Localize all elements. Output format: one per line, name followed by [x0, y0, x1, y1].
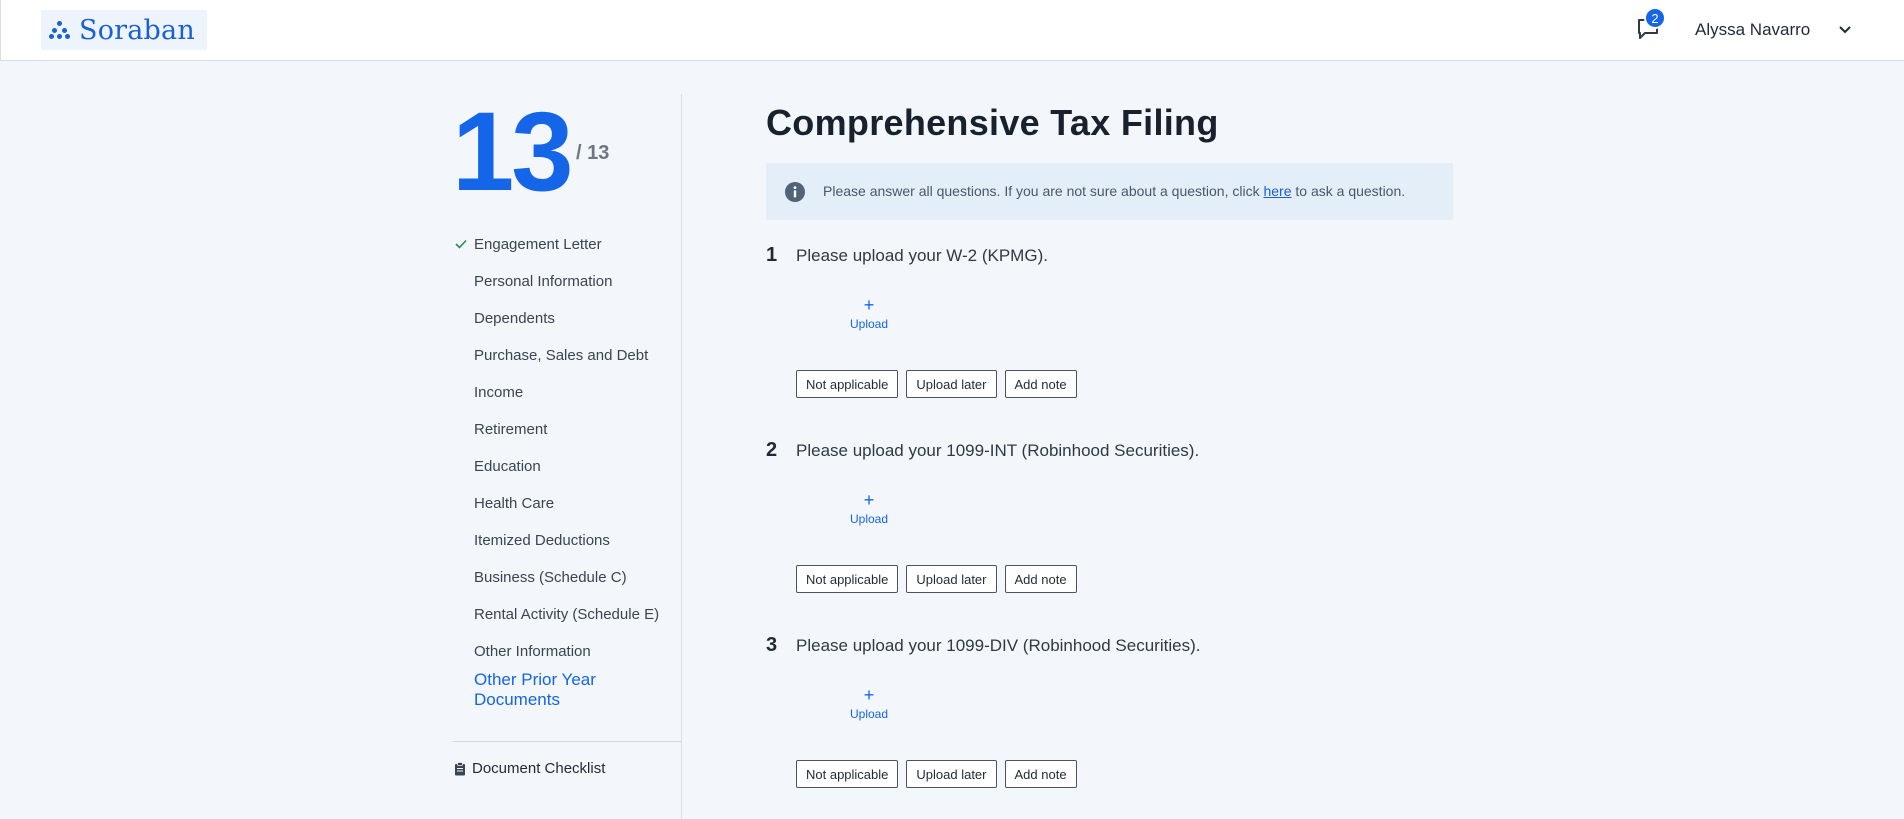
sidebar-item-label: Education [474, 458, 541, 475]
sidebar-item-health-care[interactable]: Health Care [454, 485, 680, 522]
question-2: 2 Please upload your 1099-INT (Robinhood… [766, 439, 1466, 629]
info-text-after: to ask a question. [1291, 183, 1406, 199]
user-name[interactable]: Alyssa Navarro [1695, 20, 1810, 40]
upload-label: Upload [849, 317, 889, 331]
sidebar-item-purchase-sales-debt[interactable]: Purchase, Sales and Debt [454, 337, 680, 374]
sidebar-item-other-prior-year-documents[interactable]: Other Prior Year Documents [454, 670, 680, 710]
checkmark-icon [455, 239, 467, 249]
question-3: 3 Please upload your 1099-DIV (Robinhood… [766, 634, 1466, 819]
question-text: Please upload your 1099-INT (Robinhood S… [796, 441, 1200, 460]
not-applicable-button[interactable]: Not applicable [796, 565, 899, 593]
add-note-button[interactable]: Add note [1004, 565, 1077, 593]
clipboard-icon [455, 761, 465, 775]
info-text-before: Please answer all questions. If you are … [823, 183, 1264, 199]
sidebar-item-income[interactable]: Income [454, 374, 680, 411]
sidebar-item-label: Other Information [474, 643, 591, 660]
sidebar-item-label: Business (Schedule C) [474, 569, 627, 586]
add-note-button[interactable]: Add note [1004, 760, 1077, 788]
page-title: Comprehensive Tax Filing [766, 102, 1219, 143]
question-actions: Not applicable Upload later Add note [796, 565, 1077, 593]
progress-total: / 13 [576, 142, 610, 164]
upload-button[interactable]: + Upload [844, 686, 894, 721]
logo-dots-icon [49, 21, 71, 39]
sidebar-item-label: Health Care [474, 495, 555, 512]
sidebar-item-label: Rental Activity (Schedule E) [474, 606, 660, 623]
logo[interactable]: Soraban [41, 10, 207, 50]
sidebar-item-label: Itemized Deductions [474, 532, 610, 549]
upload-later-button[interactable]: Upload later [906, 760, 997, 788]
ask-question-link[interactable]: here [1263, 183, 1291, 199]
not-applicable-button[interactable]: Not applicable [796, 370, 899, 398]
upload-button[interactable]: + Upload [844, 296, 894, 331]
sidebar-item-education[interactable]: Education [454, 448, 680, 485]
info-icon [785, 182, 805, 202]
sidebar-item-retirement[interactable]: Retirement [454, 411, 680, 448]
not-applicable-button[interactable]: Not applicable [796, 760, 899, 788]
info-banner: Please answer all questions. If you are … [766, 163, 1453, 220]
sidebar-item-label: Engagement Letter [474, 236, 602, 253]
user-menu-chevron-down-icon[interactable] [1835, 20, 1855, 40]
document-checklist-label: Document Checklist [472, 760, 606, 777]
question-1: 1 Please upload your W-2 (KPMG). + Uploa… [766, 244, 1466, 434]
sidebar-item-label: Retirement [474, 421, 548, 438]
upload-button[interactable]: + Upload [844, 491, 894, 526]
question-number: 1 [766, 244, 778, 266]
sidebar-item-rental-activity-schedule-e[interactable]: Rental Activity (Schedule E) [454, 596, 680, 633]
upload-label: Upload [849, 512, 889, 526]
question-number: 2 [766, 439, 778, 461]
sidebar-separator [681, 94, 682, 819]
info-text: Please answer all questions. If you are … [823, 183, 1405, 199]
plus-icon: + [863, 490, 875, 510]
sidebar-item-label: Personal Information [474, 273, 613, 290]
sidebar-item-dependents[interactable]: Dependents [454, 300, 680, 337]
sidebar-item-engagement-letter[interactable]: Engagement Letter [454, 226, 680, 263]
top-header: Soraban 2 Alyssa Navarro [0, 0, 1904, 61]
progress-current: 13 [452, 89, 574, 214]
sidebar-item-label: Purchase, Sales and Debt [474, 347, 649, 364]
question-actions: Not applicable Upload later Add note [796, 760, 1077, 788]
question-text: Please upload your W-2 (KPMG). [796, 246, 1048, 265]
sidebar-item-itemized-deductions[interactable]: Itemized Deductions [454, 522, 680, 559]
question-number: 3 [766, 634, 778, 656]
plus-icon: + [863, 295, 875, 315]
add-note-button[interactable]: Add note [1004, 370, 1077, 398]
sidebar-nav: Engagement Letter Personal Information D… [454, 226, 680, 710]
question-actions: Not applicable Upload later Add note [796, 370, 1077, 398]
sidebar-item-other-information[interactable]: Other Information [454, 633, 680, 670]
sidebar-item-label: Other Prior Year Documents [474, 670, 596, 709]
document-checklist-link[interactable]: Document Checklist [454, 760, 605, 777]
plus-icon: + [863, 685, 875, 705]
upload-later-button[interactable]: Upload later [906, 370, 997, 398]
sidebar-item-label: Income [474, 384, 524, 401]
question-text: Please upload your 1099-DIV (Robinhood S… [796, 636, 1201, 655]
messages-badge: 2 [1644, 7, 1666, 29]
sidebar-item-business-schedule-c[interactable]: Business (Schedule C) [454, 559, 680, 596]
upload-label: Upload [849, 707, 889, 721]
sidebar-item-label: Dependents [474, 310, 555, 327]
sidebar-divider [453, 741, 681, 742]
sidebar-item-personal-information[interactable]: Personal Information [454, 263, 680, 300]
logo-text: Soraban [79, 14, 195, 46]
upload-later-button[interactable]: Upload later [906, 565, 997, 593]
